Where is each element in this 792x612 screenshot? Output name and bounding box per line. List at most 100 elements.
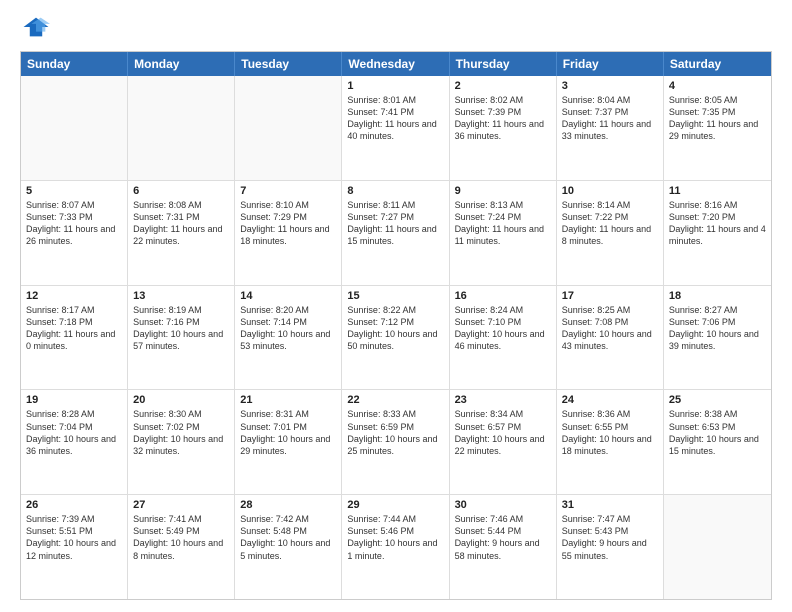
- day-number: 26: [26, 499, 122, 511]
- calendar-cell: [664, 495, 771, 599]
- weekday-header-tuesday: Tuesday: [235, 52, 342, 76]
- cell-info: Sunrise: 7:41 AM Sunset: 5:49 PM Dayligh…: [133, 513, 229, 562]
- calendar-cell: 21 Sunrise: 8:31 AM Sunset: 7:01 PM Dayli…: [235, 390, 342, 494]
- day-number: 14: [240, 290, 336, 302]
- day-number: 29: [347, 499, 443, 511]
- logo: [20, 16, 54, 43]
- cell-info: Sunrise: 8:17 AM Sunset: 7:18 PM Dayligh…: [26, 304, 122, 353]
- calendar-cell: [235, 76, 342, 180]
- day-number: 18: [669, 290, 766, 302]
- day-number: 4: [669, 80, 766, 92]
- calendar-cell: 25Sunrise: 8:38 AM Sunset: 6:53 PM Dayli…: [664, 390, 771, 494]
- page: SundayMondayTuesdayWednesdayThursdayFrid…: [0, 0, 792, 612]
- calendar-cell: 27Sunrise: 7:41 AM Sunset: 5:49 PM Dayli…: [128, 495, 235, 599]
- calendar-cell: 6 Sunrise: 8:08 AM Sunset: 7:31 PM Daylig…: [128, 181, 235, 285]
- calendar-cell: 4 Sunrise: 8:05 AM Sunset: 7:35 PM Daylig…: [664, 76, 771, 180]
- cell-info: Sunrise: 8:05 AM Sunset: 7:35 PM Dayligh…: [669, 94, 766, 143]
- calendar-cell: 15Sunrise: 8:22 AM Sunset: 7:12 PM Dayli…: [342, 286, 449, 390]
- calendar-cell: [128, 76, 235, 180]
- calendar-cell: 29 Sunrise: 7:44 AM Sunset: 5:46 PM Dayli…: [342, 495, 449, 599]
- day-number: 3: [562, 80, 658, 92]
- day-number: 21: [240, 394, 336, 406]
- calendar-cell: 9Sunrise: 8:13 AM Sunset: 7:24 PM Daylig…: [450, 181, 557, 285]
- calendar-cell: 16 Sunrise: 8:24 AM Sunset: 7:10 PM Dayli…: [450, 286, 557, 390]
- calendar-cell: 3 Sunrise: 8:04 AM Sunset: 7:37 PM Daylig…: [557, 76, 664, 180]
- calendar-cell: 1 Sunrise: 8:01 AM Sunset: 7:41 PM Daylig…: [342, 76, 449, 180]
- calendar-cell: 19 Sunrise: 8:28 AM Sunset: 7:04 PM Dayli…: [21, 390, 128, 494]
- calendar-cell: 5Sunrise: 8:07 AM Sunset: 7:33 PM Daylig…: [21, 181, 128, 285]
- weekday-header-wednesday: Wednesday: [342, 52, 449, 76]
- cell-info: Sunrise: 8:34 AM Sunset: 6:57 PM Dayligh…: [455, 408, 551, 457]
- calendar-cell: 17 Sunrise: 8:25 AM Sunset: 7:08 PM Dayli…: [557, 286, 664, 390]
- calendar-header: SundayMondayTuesdayWednesdayThursdayFrid…: [21, 52, 771, 76]
- weekday-header-saturday: Saturday: [664, 52, 771, 76]
- weekday-header-monday: Monday: [128, 52, 235, 76]
- calendar-cell: 20 Sunrise: 8:30 AM Sunset: 7:02 PM Dayli…: [128, 390, 235, 494]
- cell-info: Sunrise: 8:36 AM Sunset: 6:55 PM Dayligh…: [562, 408, 658, 457]
- cell-info: Sunrise: 8:13 AM Sunset: 7:24 PM Dayligh…: [455, 199, 551, 248]
- calendar-cell: 30 Sunrise: 7:46 AM Sunset: 5:44 PM Dayli…: [450, 495, 557, 599]
- calendar-cell: 8Sunrise: 8:11 AM Sunset: 7:27 PM Daylig…: [342, 181, 449, 285]
- day-number: 10: [562, 185, 658, 197]
- day-number: 23: [455, 394, 551, 406]
- day-number: 15: [347, 290, 443, 302]
- calendar-row-4: 19 Sunrise: 8:28 AM Sunset: 7:04 PM Dayli…: [21, 390, 771, 495]
- calendar-cell: 2 Sunrise: 8:02 AM Sunset: 7:39 PM Daylig…: [450, 76, 557, 180]
- cell-info: Sunrise: 7:42 AM Sunset: 5:48 PM Dayligh…: [240, 513, 336, 562]
- cell-info: Sunrise: 8:27 AM Sunset: 7:06 PM Dayligh…: [669, 304, 766, 353]
- calendar-cell: 31Sunrise: 7:47 AM Sunset: 5:43 PM Dayli…: [557, 495, 664, 599]
- day-number: 1: [347, 80, 443, 92]
- day-number: 19: [26, 394, 122, 406]
- day-number: 13: [133, 290, 229, 302]
- cell-info: Sunrise: 8:10 AM Sunset: 7:29 PM Dayligh…: [240, 199, 336, 248]
- cell-info: Sunrise: 8:38 AM Sunset: 6:53 PM Dayligh…: [669, 408, 766, 457]
- weekday-header-thursday: Thursday: [450, 52, 557, 76]
- calendar-cell: 13 Sunrise: 8:19 AM Sunset: 7:16 PM Dayli…: [128, 286, 235, 390]
- day-number: 28: [240, 499, 336, 511]
- day-number: 20: [133, 394, 229, 406]
- cell-info: Sunrise: 7:46 AM Sunset: 5:44 PM Dayligh…: [455, 513, 551, 562]
- day-number: 7: [240, 185, 336, 197]
- weekday-header-friday: Friday: [557, 52, 664, 76]
- day-number: 16: [455, 290, 551, 302]
- calendar-cell: 23 Sunrise: 8:34 AM Sunset: 6:57 PM Dayli…: [450, 390, 557, 494]
- cell-info: Sunrise: 7:47 AM Sunset: 5:43 PM Dayligh…: [562, 513, 658, 562]
- day-number: 6: [133, 185, 229, 197]
- cell-info: Sunrise: 8:04 AM Sunset: 7:37 PM Dayligh…: [562, 94, 658, 143]
- calendar-cell: 18 Sunrise: 8:27 AM Sunset: 7:06 PM Dayli…: [664, 286, 771, 390]
- cell-info: Sunrise: 8:25 AM Sunset: 7:08 PM Dayligh…: [562, 304, 658, 353]
- calendar-row-1: 1 Sunrise: 8:01 AM Sunset: 7:41 PM Daylig…: [21, 76, 771, 181]
- calendar-cell: 28 Sunrise: 7:42 AM Sunset: 5:48 PM Dayli…: [235, 495, 342, 599]
- cell-info: Sunrise: 8:33 AM Sunset: 6:59 PM Dayligh…: [347, 408, 443, 457]
- calendar-cell: 10 Sunrise: 8:14 AM Sunset: 7:22 PM Dayli…: [557, 181, 664, 285]
- calendar-cell: 7 Sunrise: 8:10 AM Sunset: 7:29 PM Daylig…: [235, 181, 342, 285]
- day-number: 12: [26, 290, 122, 302]
- cell-info: Sunrise: 8:24 AM Sunset: 7:10 PM Dayligh…: [455, 304, 551, 353]
- calendar-row-5: 26 Sunrise: 7:39 AM Sunset: 5:51 PM Dayli…: [21, 495, 771, 599]
- cell-info: Sunrise: 7:39 AM Sunset: 5:51 PM Dayligh…: [26, 513, 122, 562]
- weekday-header-sunday: Sunday: [21, 52, 128, 76]
- cell-info: Sunrise: 8:30 AM Sunset: 7:02 PM Dayligh…: [133, 408, 229, 457]
- header: [20, 16, 772, 43]
- calendar-cell: 12 Sunrise: 8:17 AM Sunset: 7:18 PM Dayli…: [21, 286, 128, 390]
- cell-info: Sunrise: 8:19 AM Sunset: 7:16 PM Dayligh…: [133, 304, 229, 353]
- cell-info: Sunrise: 7:44 AM Sunset: 5:46 PM Dayligh…: [347, 513, 443, 562]
- calendar-body: 1 Sunrise: 8:01 AM Sunset: 7:41 PM Daylig…: [21, 76, 771, 599]
- cell-info: Sunrise: 8:16 AM Sunset: 7:20 PM Dayligh…: [669, 199, 766, 248]
- day-number: 17: [562, 290, 658, 302]
- day-number: 30: [455, 499, 551, 511]
- cell-info: Sunrise: 8:02 AM Sunset: 7:39 PM Dayligh…: [455, 94, 551, 143]
- day-number: 2: [455, 80, 551, 92]
- cell-info: Sunrise: 8:14 AM Sunset: 7:22 PM Dayligh…: [562, 199, 658, 248]
- day-number: 8: [347, 185, 443, 197]
- cell-info: Sunrise: 8:31 AM Sunset: 7:01 PM Dayligh…: [240, 408, 336, 457]
- day-number: 24: [562, 394, 658, 406]
- calendar-row-3: 12 Sunrise: 8:17 AM Sunset: 7:18 PM Dayli…: [21, 286, 771, 391]
- cell-info: Sunrise: 8:01 AM Sunset: 7:41 PM Dayligh…: [347, 94, 443, 143]
- calendar-row-2: 5Sunrise: 8:07 AM Sunset: 7:33 PM Daylig…: [21, 181, 771, 286]
- cell-info: Sunrise: 8:08 AM Sunset: 7:31 PM Dayligh…: [133, 199, 229, 248]
- cell-info: Sunrise: 8:28 AM Sunset: 7:04 PM Dayligh…: [26, 408, 122, 457]
- calendar-cell: 11Sunrise: 8:16 AM Sunset: 7:20 PM Dayli…: [664, 181, 771, 285]
- calendar-cell: 22Sunrise: 8:33 AM Sunset: 6:59 PM Dayli…: [342, 390, 449, 494]
- logo-icon: [22, 16, 50, 38]
